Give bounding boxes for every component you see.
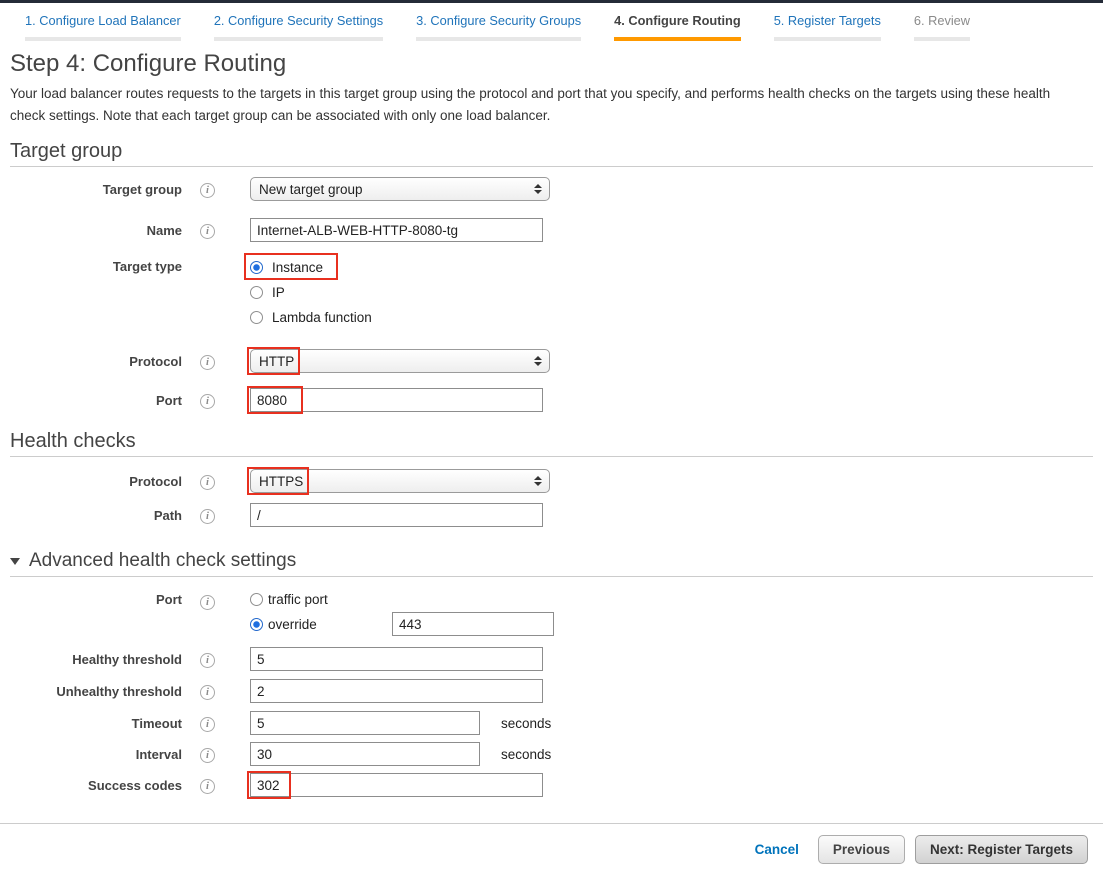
- disclosure-triangle-icon: [10, 558, 20, 565]
- healthy-threshold-input[interactable]: [250, 647, 543, 671]
- hc-protocol-select-value: HTTPS: [259, 474, 303, 489]
- radio-selected-icon: [250, 618, 263, 631]
- hc-protocol-row: Protocol i HTTPS: [10, 469, 1093, 493]
- hc-path-input[interactable]: [250, 503, 543, 527]
- protocol-select-value: HTTP: [259, 354, 294, 369]
- unhealthy-threshold-input[interactable]: [250, 679, 543, 703]
- info-icon[interactable]: i: [200, 748, 215, 763]
- timeout-input[interactable]: [250, 711, 480, 735]
- target-type-radio-ip[interactable]: IP: [250, 281, 285, 303]
- wizard-step-1[interactable]: 1. Configure Load Balancer: [25, 13, 181, 41]
- hc-protocol-select[interactable]: HTTPS: [250, 469, 550, 493]
- wizard-step-5[interactable]: 5. Register Targets: [774, 13, 881, 41]
- info-icon[interactable]: i: [200, 394, 215, 409]
- section-divider: [10, 576, 1093, 577]
- radio-ip-label: IP: [272, 285, 285, 300]
- hc-port-label: Port: [10, 592, 182, 607]
- advanced-settings-toggle[interactable]: Advanced health check settings: [10, 549, 296, 572]
- interval-input[interactable]: [250, 742, 480, 766]
- success-codes-row: Success codes i: [10, 773, 1093, 797]
- healthy-threshold-label: Healthy threshold: [10, 652, 182, 667]
- protocol-select[interactable]: HTTP: [250, 349, 550, 373]
- select-caret-icon: [534, 476, 542, 486]
- radio-selected-icon: [250, 261, 263, 274]
- footer-actions: Cancel Previous Next: Register Targets: [0, 824, 1103, 864]
- interval-row: Interval i seconds: [10, 742, 1093, 766]
- select-caret-icon: [534, 356, 542, 366]
- section-divider: [10, 456, 1093, 457]
- name-row: Name i: [10, 218, 1093, 242]
- configure-routing-page: 1. Configure Load Balancer 2. Configure S…: [0, 0, 1103, 881]
- healthy-threshold-row: Healthy threshold i: [10, 647, 1093, 671]
- wizard-step-2[interactable]: 2. Configure Security Settings: [214, 13, 383, 41]
- success-codes-input[interactable]: [250, 773, 543, 797]
- port-label: Port: [10, 393, 182, 408]
- protocol-label: Protocol: [10, 354, 182, 369]
- info-icon[interactable]: i: [200, 355, 215, 370]
- port-row: Port i: [10, 388, 1093, 412]
- timeout-label: Timeout: [10, 716, 182, 731]
- target-group-row: Target group i New target group: [10, 177, 1093, 201]
- main-content: Step 4: Configure Routing Your load bala…: [0, 49, 1103, 797]
- timeout-row: Timeout i seconds: [10, 711, 1093, 735]
- cancel-link[interactable]: Cancel: [755, 842, 799, 857]
- info-icon[interactable]: i: [200, 475, 215, 490]
- radio-override-label: override: [268, 617, 387, 632]
- page-description: Your load balancer routes requests to th…: [10, 83, 1070, 126]
- interval-unit: seconds: [501, 747, 551, 762]
- radio-instance-label: Instance: [272, 260, 323, 275]
- override-port-input[interactable]: [392, 612, 554, 636]
- info-icon[interactable]: i: [200, 509, 215, 524]
- info-icon[interactable]: i: [200, 183, 215, 198]
- success-codes-label: Success codes: [10, 778, 182, 793]
- name-label: Name: [10, 223, 182, 238]
- unhealthy-threshold-label: Unhealthy threshold: [10, 684, 182, 699]
- target-type-radio-group: Instance IP Lambda function: [250, 256, 1093, 331]
- radio-lambda-label: Lambda function: [272, 310, 372, 325]
- advanced-settings-title: Advanced health check settings: [29, 549, 296, 572]
- target-type-row: Target type Instance IP Lambda function: [10, 256, 1093, 331]
- target-group-label: Target group: [10, 182, 182, 197]
- info-icon[interactable]: i: [200, 224, 215, 239]
- protocol-row: Protocol i HTTP: [10, 349, 1093, 373]
- previous-button[interactable]: Previous: [818, 835, 905, 864]
- hc-port-radio-override[interactable]: override: [250, 611, 1093, 637]
- page-title: Step 4: Configure Routing: [10, 49, 1093, 79]
- target-type-radio-lambda[interactable]: Lambda function: [250, 306, 372, 328]
- info-icon[interactable]: i: [200, 595, 215, 610]
- hc-port-radio-group: traffic port override: [250, 589, 1093, 637]
- info-icon[interactable]: i: [200, 653, 215, 668]
- hc-protocol-label: Protocol: [10, 474, 182, 489]
- radio-unselected-icon: [250, 593, 263, 606]
- wizard-step-6: 6. Review: [914, 13, 970, 41]
- section-divider: [10, 166, 1093, 167]
- timeout-unit: seconds: [501, 716, 551, 731]
- info-icon[interactable]: i: [200, 717, 215, 732]
- interval-label: Interval: [10, 747, 182, 762]
- info-icon[interactable]: i: [200, 685, 215, 700]
- radio-unselected-icon: [250, 311, 263, 324]
- port-input[interactable]: [250, 388, 543, 412]
- target-type-radio-instance[interactable]: Instance: [250, 256, 323, 278]
- select-caret-icon: [534, 184, 542, 194]
- wizard-steps: 1. Configure Load Balancer 2. Configure S…: [0, 3, 1103, 41]
- hc-path-row: Path i: [10, 503, 1093, 527]
- radio-unselected-icon: [250, 286, 263, 299]
- target-type-label: Target type: [10, 259, 182, 274]
- hc-path-label: Path: [10, 508, 182, 523]
- target-group-select[interactable]: New target group: [250, 177, 550, 201]
- name-input[interactable]: [250, 218, 543, 242]
- target-group-select-value: New target group: [259, 182, 363, 197]
- info-icon[interactable]: i: [200, 779, 215, 794]
- health-checks-section-title: Health checks: [10, 429, 1093, 453]
- target-group-section-title: Target group: [10, 139, 1093, 163]
- radio-traffic-port-label: traffic port: [268, 592, 328, 607]
- hc-port-row: Port i traffic port override: [10, 589, 1093, 637]
- wizard-step-4-active: 4. Configure Routing: [614, 13, 741, 41]
- wizard-step-3[interactable]: 3. Configure Security Groups: [416, 13, 581, 41]
- next-register-targets-button[interactable]: Next: Register Targets: [915, 835, 1088, 864]
- hc-port-radio-traffic-port[interactable]: traffic port: [250, 589, 1093, 609]
- unhealthy-threshold-row: Unhealthy threshold i: [10, 679, 1093, 703]
